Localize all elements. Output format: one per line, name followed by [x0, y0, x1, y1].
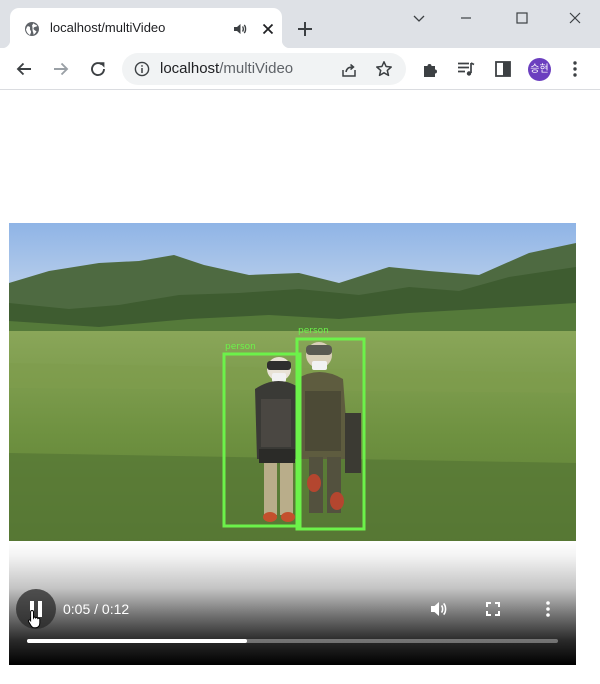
- address-bar[interactable]: localhost/multiVideo: [122, 53, 406, 85]
- share-icon[interactable]: [340, 61, 358, 79]
- reload-icon[interactable]: [88, 59, 108, 79]
- mouse-cursor: [27, 609, 41, 629]
- side-panel-icon[interactable]: [493, 59, 513, 79]
- video-frame[interactable]: person person: [9, 223, 576, 541]
- url-host: localhost: [160, 60, 220, 77]
- time-display: 0:05 / 0:12: [63, 601, 130, 617]
- close-icon[interactable]: [260, 21, 276, 37]
- kebab-menu-icon[interactable]: [565, 59, 585, 79]
- page-content: person person 0:05 / 0:12: [0, 91, 600, 684]
- plus-icon[interactable]: [296, 20, 314, 38]
- minimize-icon[interactable]: [456, 8, 476, 28]
- video-player[interactable]: person person 0:05 / 0:12: [9, 223, 576, 665]
- tab-strip: localhost/multiVideo: [0, 0, 600, 48]
- star-icon[interactable]: [375, 60, 393, 78]
- back-arrow-icon[interactable]: [14, 59, 34, 79]
- forward-arrow-icon[interactable]: [51, 59, 71, 79]
- browser-tab[interactable]: localhost/multiVideo: [2, 8, 290, 48]
- video-controls: 0:05 / 0:12: [9, 541, 576, 665]
- chevron-down-icon[interactable]: [409, 8, 429, 28]
- tab-title: localhost/multiVideo: [50, 20, 166, 35]
- detection-label: person: [225, 342, 256, 352]
- globe-icon: [25, 22, 39, 36]
- progress-fill: [27, 639, 247, 643]
- url-text[interactable]: localhost/multiVideo: [160, 60, 293, 77]
- browser-toolbar: localhost/multiVideo 승현: [0, 48, 600, 90]
- info-icon[interactable]: [134, 61, 150, 77]
- maximize-icon[interactable]: [512, 8, 532, 28]
- progress-bar[interactable]: [27, 639, 558, 643]
- url-path: /multiVideo: [219, 60, 294, 77]
- detection-label: person: [298, 326, 329, 336]
- media-queue-icon[interactable]: [456, 59, 476, 79]
- volume-icon[interactable]: [429, 599, 449, 619]
- profile-avatar[interactable]: 승현: [528, 58, 551, 81]
- close-icon[interactable]: [565, 8, 585, 28]
- extensions-puzzle-icon[interactable]: [421, 59, 441, 79]
- more-vert-icon[interactable]: [538, 599, 558, 619]
- speaker-icon[interactable]: [232, 21, 248, 37]
- fullscreen-icon[interactable]: [483, 599, 503, 619]
